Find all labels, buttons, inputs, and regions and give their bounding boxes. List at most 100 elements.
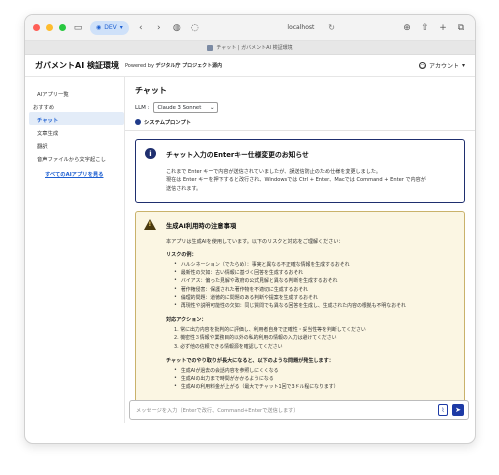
info-line: 送信されます。 [166, 185, 202, 192]
info-line: 現在は Enter キーを押下すると改行され、Windowsでは Ctrl + … [166, 177, 426, 184]
sidebar-item-transcription[interactable]: 音声ファイルから文字起こし [25, 151, 124, 164]
message-input[interactable]: メッセージを入力（Enterで改行、Command+Enterで送信します） ⌇… [129, 400, 469, 420]
app-title[interactable]: ガバメントAI 検証環境 [35, 60, 119, 71]
risk-list: ハルシネーション（でたらめ）：事実と異なる不正確な情報を生成するおそれ 最新性の… [174, 261, 456, 310]
system-prompt-label: システムプロンプト [144, 120, 192, 126]
new-tab-icon[interactable]: + [437, 22, 449, 34]
chat-content: チャット LLM : Claude 3 Sonnet ⌄ システムプロンプト i… [125, 77, 475, 423]
chevron-down-icon: ⌄ [210, 104, 215, 111]
main-area: AIアプリ一覧 おすすめ チャット 文章生成 翻訳 音声ファイルから文字起こし … [25, 77, 475, 423]
profile-badge[interactable]: ◉ DEV ▾ [90, 20, 129, 35]
list-item: 生成AIが過去の会話内容を参照しにくくなる [174, 367, 456, 375]
risk-text: 最新性の欠如：古い情報に基づく回答を生成するおそれ [180, 270, 304, 277]
list-item: 最新性の欠如：古い情報に基づく回答を生成するおそれ [174, 269, 456, 277]
divider [125, 130, 475, 131]
send-button[interactable]: ➤ [452, 404, 464, 416]
list-item: ハルシネーション（でたらめ）：事実と異なる不正確な情報を生成するおそれ [174, 261, 456, 269]
sidebar-toggle-icon[interactable]: ▭ [72, 22, 84, 34]
bullet [174, 261, 177, 269]
sidebar-item-text-generation[interactable]: 文章生成 [25, 125, 124, 138]
privacy-icon[interactable]: ◌ [189, 22, 201, 34]
share-icon[interactable]: ⇧ [419, 22, 431, 34]
account-icon: ◯ [418, 62, 426, 69]
info-body: これまで Enter キーで内容が送信されていましたが、誤送信防止のため仕様を変… [166, 168, 456, 193]
paperclip-icon: ⌇ [441, 406, 445, 414]
account-menu[interactable]: ◯ アカウント ▾ [418, 61, 465, 70]
minimize-window-button[interactable] [46, 24, 53, 31]
llm-label: LLM : [135, 104, 150, 111]
warning-intro: 本アプリは生成AIを使用しています。以下のリスクと対応をご理解ください： [166, 239, 344, 245]
list-item: 著作権侵害：保護された著作物を不適切に生成するおそれ [174, 286, 456, 294]
list-item: 生成AIの利用料金が上がる（最大でチャット1回で3ドル程になります） [174, 383, 456, 391]
profile-icon: ◉ [96, 24, 102, 31]
risk-text: ハルシネーション（でたらめ）：事実と異なる不正確な情報を生成するおそれ [180, 262, 350, 268]
page-title: チャット [135, 86, 167, 95]
llm-row: LLM : Claude 3 Sonnet ⌄ [135, 102, 465, 113]
app-header: ガバメントAI 検証環境 Powered by デジタル庁 プロジェクト源内 ◯… [25, 55, 475, 77]
info-title: チャット入力のEnterキー仕様変更のお知らせ [166, 151, 309, 159]
forward-icon[interactable]: › [153, 22, 165, 34]
attach-file-button[interactable]: ⌇ [438, 404, 448, 416]
risk-text: 再現性や説明可能性の欠如：同じ質問でも異なる回答を生成し、生成された内容の根拠も… [180, 302, 406, 309]
risk-text: 倫理的問題：道徳的に問題のある判断や提案を生成するおそれ [180, 294, 318, 301]
message-placeholder: メッセージを入力（Enterで改行、Command+Enterで送信します） [136, 407, 299, 414]
powered-prefix: Powered by [124, 63, 154, 69]
system-prompt-toggle[interactable]: システムプロンプト [135, 118, 465, 126]
info-line: これまで Enter キーで内容が送信されていましたが、誤送信防止のため仕様を変… [166, 169, 382, 175]
system-prompt-icon [135, 119, 141, 125]
llm-select[interactable]: Claude 3 Sonnet ⌄ [153, 102, 219, 113]
action-heading: 対応アクション： [166, 317, 207, 324]
info-notice: i チャット入力のEnterキー仕様変更のお知らせ これまで Enter キーで… [135, 139, 465, 203]
bullet [174, 375, 177, 383]
list-item: 3. 必ず他の信頼できる情報源を確認してください [174, 343, 283, 350]
list-item: バイアス：偏った見解や政府の公式見解と異なる判断を生成するおそれ [174, 277, 456, 285]
browser-window: ▭ ◉ DEV ▾ ‹ › ◍ ◌ localhost ↻ ⊕ ⇧ + ⧉ チャット… [24, 14, 476, 444]
url-text: localhost [287, 24, 315, 31]
list-item: 生成AIの出力まで時間がかかるようになる [174, 375, 456, 383]
powered-by: Powered by デジタル庁 プロジェクト源内 [125, 62, 222, 69]
tab-overview-icon[interactable]: ⧉ [455, 22, 467, 34]
zoom-window-button[interactable] [59, 24, 66, 31]
list-item: 1. 常に出力内容を批判的に評価し、利用者自身で正確性・妥当性等を判断してくださ… [174, 327, 366, 334]
tab-favicon-icon [207, 44, 214, 51]
list-item: 2. 機密性３情報や業務目的以外の私的利用の情報の入力は避けてください [174, 335, 337, 342]
sidebar-item-app-list[interactable]: AIアプリ一覧 [25, 86, 124, 99]
address-bar[interactable]: localhost ↻ [207, 21, 395, 35]
download-icon[interactable]: ⊕ [401, 22, 413, 34]
tab-title[interactable]: チャット | ガバメントAI 検証環境 [216, 44, 292, 51]
tab-bar: チャット | ガバメントAI 検証環境 [25, 41, 475, 55]
issue-text: 生成AIが過去の会話内容を参照しにくくなる [180, 367, 279, 374]
warning-title: 生成AI利用時の注意事項 [166, 223, 237, 230]
extension-icon[interactable]: ◍ [171, 22, 183, 34]
sidebar-heading-recommended: おすすめ [33, 105, 55, 111]
chevron-down-icon: ▾ [461, 62, 465, 69]
risk-text: 著作権侵害：保護された著作物を不適切に生成するおそれ [180, 286, 309, 293]
sidebar-item-translation[interactable]: 翻訳 [25, 138, 124, 151]
back-icon[interactable]: ‹ [135, 22, 147, 34]
bullet [174, 367, 177, 375]
reload-icon[interactable]: ↻ [328, 23, 335, 32]
dev-badge-label: DEV [104, 24, 117, 31]
chevron-down-icon: ▾ [119, 24, 123, 31]
bullet [174, 269, 177, 277]
close-window-button[interactable] [33, 24, 40, 31]
long-chat-list: 生成AIが過去の会話内容を参照しにくくなる 生成AIの出力まで時間がかかるように… [174, 367, 456, 392]
warning-notice: 生成AI利用時の注意事項 本アプリは生成AIを使用しています。以下のリスクと対応… [135, 211, 465, 411]
issue-text: 生成AIの利用料金が上がる（最大でチャット1回で3ドル程になります） [180, 384, 339, 391]
browser-toolbar: ▭ ◉ DEV ▾ ‹ › ◍ ◌ localhost ↻ ⊕ ⇧ + ⧉ [25, 15, 475, 41]
bullet [174, 302, 177, 310]
bullet [174, 286, 177, 294]
issue-text: 生成AIの出力まで時間がかかるようになる [180, 375, 274, 382]
list-item: 倫理的問題：道徳的に問題のある判断や提案を生成するおそれ [174, 294, 456, 302]
action-list: 1. 常に出力内容を批判的に評価し、利用者自身で正確性・妥当性等を判断してくださ… [174, 326, 456, 351]
sidebar-item-chat[interactable]: チャット [29, 112, 124, 125]
llm-value: Claude 3 Sonnet [157, 104, 202, 111]
send-icon: ➤ [455, 406, 461, 414]
info-icon: i [145, 148, 156, 159]
bullet [174, 294, 177, 302]
risk-text: バイアス：偏った見解や政府の公式見解と異なる判断を生成するおそれ [180, 278, 338, 285]
account-label: アカウント [428, 63, 459, 70]
all-apps-link[interactable]: すべてのAIアプリを見る [25, 164, 124, 178]
long-chat-heading: チャットでのやり取りが長大になると、以下のような問題が発生します： [166, 357, 334, 364]
sidebar: AIアプリ一覧 おすすめ チャット 文章生成 翻訳 音声ファイルから文字起こし … [25, 77, 125, 423]
